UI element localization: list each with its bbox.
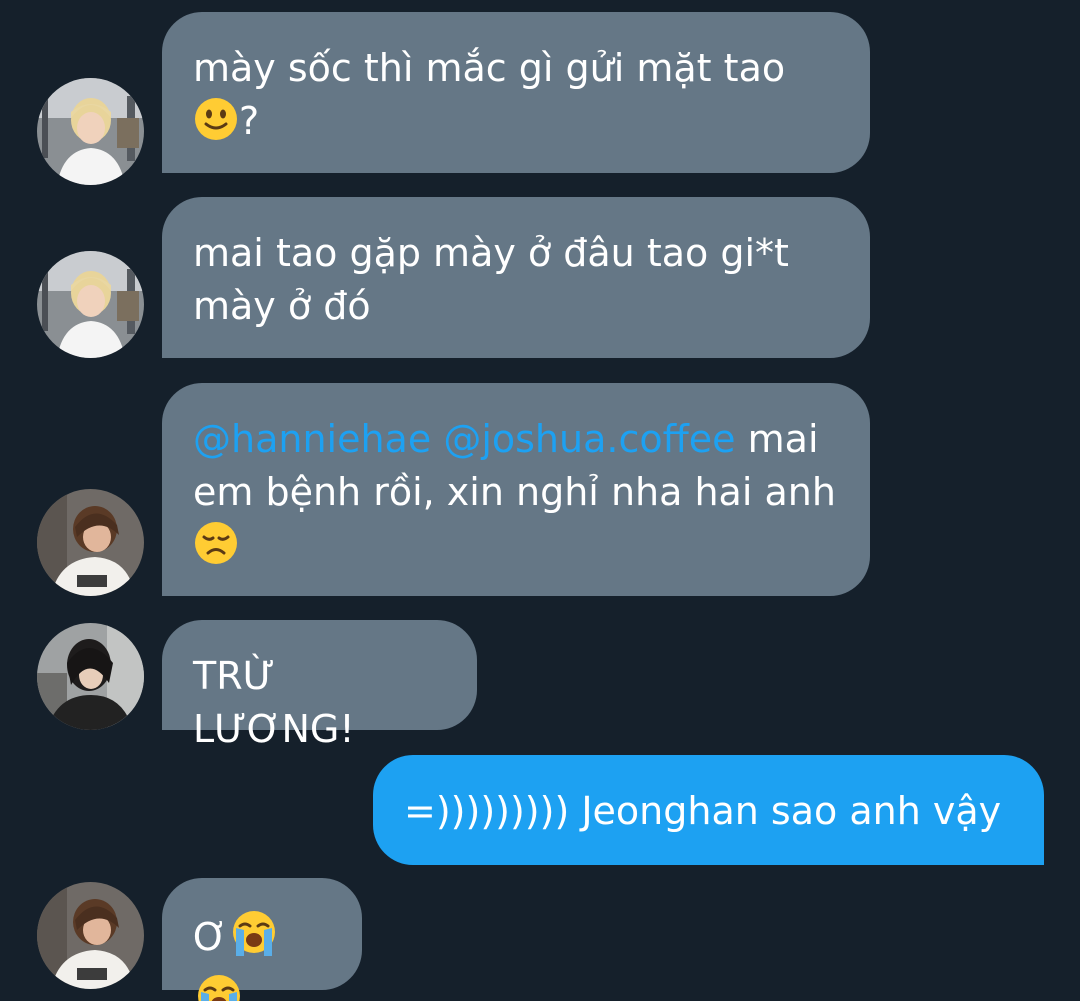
message-row: Ơ (0, 878, 1080, 1001)
mention-link[interactable]: @joshua.coffee (443, 417, 735, 461)
message-row: mày sốc thì mắc gì gửi mặt tao ? (0, 12, 1080, 185)
message-row: @hanniehae @joshua.coffee mai em bệnh rồ… (0, 383, 1080, 596)
message-text: mai (747, 417, 819, 461)
message-row: mai tao gặp mày ở đâu tao gi*t mày ở đó (0, 197, 1080, 358)
message-text: =))))))))) Jeonghan sao anh vậy (404, 789, 1002, 833)
message-bubble[interactable]: @hanniehae @joshua.coffee mai em bệnh rồ… (162, 383, 870, 596)
message-bubble[interactable]: =))))))))) Jeonghan sao anh vậy (373, 755, 1044, 865)
message-text: em bệnh rồi, xin nghỉ nha hai anh (193, 470, 836, 514)
message-bubble[interactable]: mày sốc thì mắc gì gửi mặt tao ? (162, 12, 870, 173)
message-row: =))))))))) Jeonghan sao anh vậy (0, 755, 1080, 865)
message-text: TRỪ LƯƠNG! (193, 654, 355, 751)
dark-hair-boy-avatar[interactable] (37, 623, 144, 730)
slightly-smiling-face-icon (193, 96, 239, 156)
message-row: TRỪ LƯƠNG! (0, 620, 1080, 751)
message-text: Ơ (193, 915, 228, 959)
message-line: mày ở đó (193, 284, 371, 328)
loudly-crying-face-icon (193, 972, 245, 1001)
message-text-suffix: ? (239, 99, 260, 143)
blonde-boy-avatar[interactable] (37, 251, 144, 358)
message-bubble[interactable]: TRỪ LƯƠNG! (162, 620, 477, 751)
mention-link[interactable]: @hanniehae (193, 417, 431, 461)
loudly-crying-face-icon (228, 908, 280, 972)
message-bubble[interactable]: Ơ (162, 878, 362, 1001)
blonde-boy-avatar[interactable] (37, 78, 144, 185)
brown-hair-boy-avatar[interactable] (37, 882, 144, 989)
dm-conversation: mày sốc thì mắc gì gửi mặt tao ? mai tao… (0, 0, 1080, 1001)
disappointed-face-icon (193, 520, 239, 580)
message-text: mày sốc thì mắc gì gửi mặt tao (193, 46, 786, 90)
message-line: mai tao gặp mày ở đâu tao gi*t (193, 231, 789, 275)
message-bubble[interactable]: mai tao gặp mày ở đâu tao gi*t mày ở đó (162, 197, 870, 358)
brown-hair-boy-avatar[interactable] (37, 489, 144, 596)
